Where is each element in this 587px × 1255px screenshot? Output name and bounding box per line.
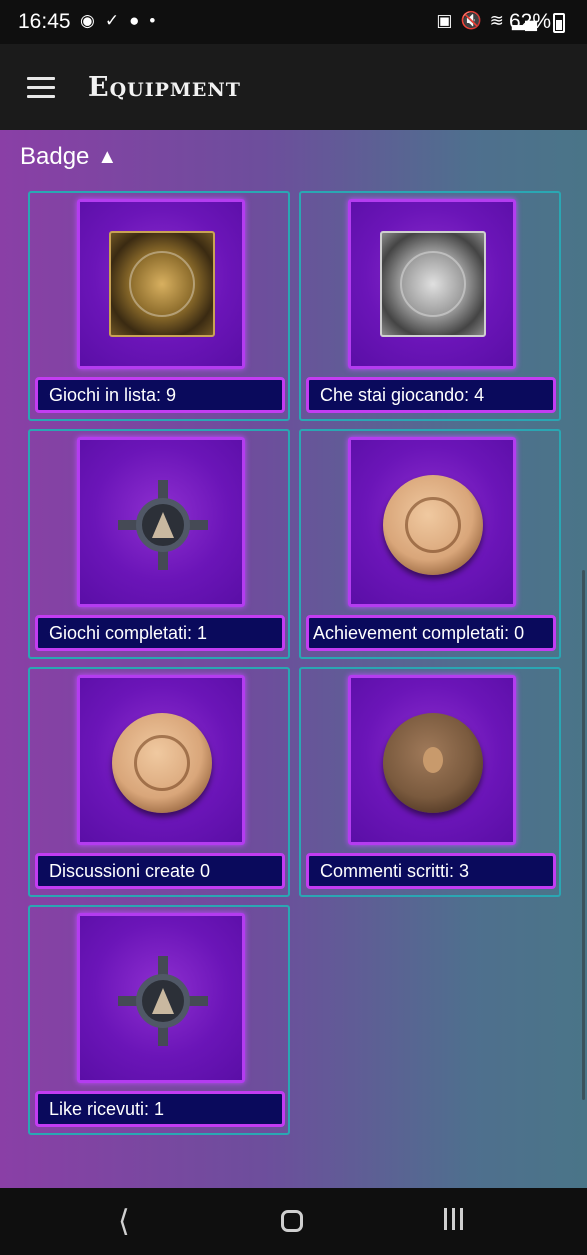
badge-image-frame [77, 437, 245, 607]
mute-icon: 🔇 [460, 11, 482, 30]
nfc-icon: ▣ [436, 11, 453, 30]
page-title: Equipment [88, 72, 241, 103]
dark-bronze-coin-icon [383, 713, 483, 813]
badge-label: Giochi completati: 1 [35, 615, 285, 651]
badge-label: Discussioni create 0 [35, 853, 285, 889]
check-icon: ✓ [104, 11, 120, 30]
app-bar: Equipment [0, 44, 587, 130]
badge-section-header[interactable]: Badge ▲ [20, 143, 117, 171]
badge-label: Commenti scritti: 3 [306, 853, 556, 889]
badge-image-frame [348, 675, 516, 845]
badge-card[interactable]: Che stai giocando: 4 [299, 191, 561, 421]
badge-card[interactable]: Discussioni create 0 [28, 667, 290, 897]
scrollbar[interactable] [582, 570, 585, 1100]
hamburger-menu-icon[interactable] [27, 77, 55, 99]
wifi-icon: ≋ [489, 11, 504, 30]
badge-card[interactable]: Achievement completati: 0 [299, 429, 561, 659]
bronze-wreath-coin-icon [112, 713, 212, 813]
battery-percent: 62% [508, 10, 551, 33]
status-time: 16:45 [18, 10, 71, 33]
home-icon[interactable] [281, 1210, 303, 1232]
dot-icon: • [149, 11, 156, 30]
badge-list[interactable]: Badge ▲ Giochi in lista: 9 Che stai gioc… [0, 130, 587, 1188]
badge-card[interactable]: Commenti scritti: 3 [299, 667, 561, 897]
badge-card[interactable]: Giochi completati: 1 [28, 429, 290, 659]
badge-label: Giochi in lista: 9 [35, 377, 285, 413]
back-icon[interactable]: ⟨ [118, 1204, 130, 1239]
bronze-wreath-coin-icon [383, 475, 483, 575]
reddit-icon: ● [129, 11, 140, 30]
app-icon: ◉ [80, 11, 95, 30]
badge-image-frame [77, 675, 245, 845]
gold-skull-plaque-icon [109, 231, 215, 337]
dark-star-medal-icon [118, 480, 208, 570]
badge-label: Che stai giocando: 4 [306, 377, 556, 413]
badge-card[interactable]: Like ricevuti: 1 [28, 905, 290, 1135]
section-title: Badge [20, 143, 90, 170]
silver-plaque-icon [380, 231, 486, 337]
notification-icons: ◉ ✓ ● • [80, 11, 155, 31]
system-nav-bar: ⟨ [0, 1188, 587, 1255]
recents-icon[interactable] [444, 1208, 463, 1230]
badge-image-frame [348, 199, 516, 369]
collapse-arrow-icon: ▲ [97, 145, 118, 168]
badge-label: Like ricevuti: 1 [35, 1091, 285, 1127]
battery-icon [553, 13, 565, 33]
badge-image-frame [348, 437, 516, 607]
badge-image-frame [77, 913, 245, 1083]
dark-star-medal-icon [118, 956, 208, 1046]
status-bar: 16:45 ◉ ✓ ● • ▣ 🔇 ≋ ▂▄ 62% [0, 0, 587, 44]
badge-card[interactable]: Giochi in lista: 9 [28, 191, 290, 421]
badge-label: Achievement completati: 0 [306, 615, 556, 651]
badge-image-frame [77, 199, 245, 369]
